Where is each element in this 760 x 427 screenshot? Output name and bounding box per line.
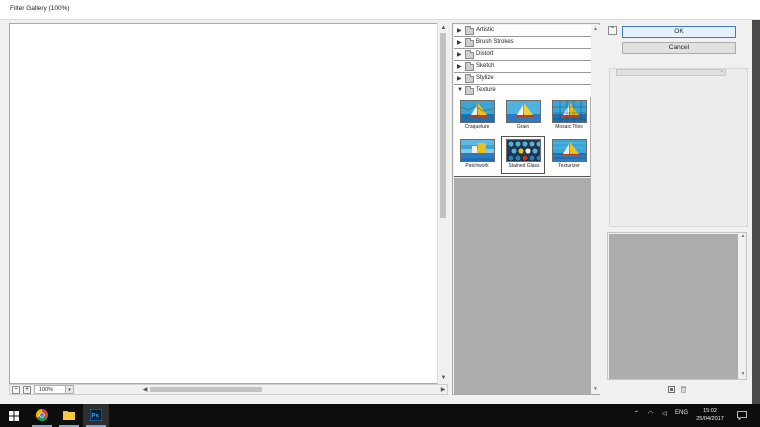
scroll-up-arrow-icon[interactable]: ▲ <box>439 24 448 33</box>
filter-thumb-label: Craquelure <box>464 124 490 130</box>
filter-category-label: Brush Strokes <box>476 39 514 45</box>
filter-category-sketch[interactable]: ▶ Sketch <box>454 61 591 73</box>
trash-icon[interactable] <box>680 386 687 393</box>
filter-category-stylize[interactable]: ▶ Stylize <box>454 73 591 85</box>
show-hidden-icons-icon[interactable]: ⌃ <box>634 410 639 417</box>
effect-layers-panel: ▲ ▼ <box>607 232 747 380</box>
ok-button[interactable]: OK <box>622 26 736 38</box>
filter-list-empty-area <box>454 178 591 394</box>
filter-thumb-craquelure[interactable]: Craquelure <box>456 98 498 134</box>
window-edge-right <box>752 20 760 404</box>
filter-thumb-mosaic-tiles[interactable]: Mosaic Tiles <box>548 98 590 134</box>
taskbar-file-explorer[interactable] <box>56 404 82 427</box>
taskbar-photoshop[interactable]: Ps <box>83 404 109 427</box>
scroll-up-arrow-icon[interactable]: ▲ <box>739 233 747 239</box>
expand-triangle-icon[interactable]: ▶ <box>457 75 462 82</box>
filter-category-texture[interactable]: ▼ Texture <box>454 85 591 97</box>
preview-bottom-bar: − + 100% ▾ ◀ ▶ <box>9 384 448 395</box>
filter-settings-panel: ⌄ <box>609 68 748 227</box>
preview-horizontal-scrollbar[interactable]: ◀ ▶ <box>141 385 447 395</box>
filter-list-panel: ▶ Artistic ▶ Brush Strokes ▶ Distort ▶ S… <box>452 23 600 395</box>
filter-category-label: Artistic <box>476 27 494 33</box>
clock-date: 25/04/2017 <box>696 416 724 422</box>
notifications-icon[interactable] <box>737 411 747 420</box>
effect-layers-list[interactable] <box>609 234 738 379</box>
windows-start-icon[interactable] <box>9 411 19 421</box>
filter-thumb-label: Texturizer <box>558 163 580 169</box>
zoom-out-button[interactable]: − <box>12 386 20 394</box>
scroll-left-arrow-icon[interactable]: ◀ <box>141 385 149 395</box>
scroll-right-arrow-icon[interactable]: ▶ <box>439 385 447 395</box>
filter-thumb-label: Patchwork <box>465 163 489 169</box>
taskbar-clock[interactable]: 15:02 25/04/2017 <box>690 407 730 423</box>
chrome-icon <box>36 409 48 421</box>
new-effect-layer-icon[interactable] <box>668 386 675 393</box>
expand-triangle-icon[interactable]: ▶ <box>457 27 462 34</box>
collapse-panel-button[interactable]: ⌃ <box>608 26 617 35</box>
filter-thumb-texturizer[interactable]: Texturizer <box>548 137 590 173</box>
filter-category-brush-strokes[interactable]: ▶ Brush Strokes <box>454 37 591 49</box>
folder-icon <box>465 62 474 71</box>
filter-list: ▶ Artistic ▶ Brush Strokes ▶ Distort ▶ S… <box>454 25 591 177</box>
svg-text:Ps: Ps <box>92 414 100 420</box>
wifi-icon[interactable]: ◠ <box>648 410 653 417</box>
filter-thumb-label: Mosaic Tiles <box>555 124 583 130</box>
photoshop-icon: Ps <box>90 409 102 421</box>
filter-list-scrollbar[interactable]: ▲ ▼ <box>591 25 600 394</box>
folder-icon <box>63 411 75 420</box>
expand-triangle-icon[interactable]: ▶ <box>457 63 462 70</box>
taskbar-chrome[interactable] <box>29 404 55 427</box>
scroll-up-arrow-icon[interactable]: ▲ <box>592 25 599 33</box>
texturizer-thumbnail <box>552 139 587 162</box>
window-edge-left <box>0 20 4 404</box>
folder-icon <box>465 50 474 59</box>
filter-category-label: Texture <box>476 87 496 93</box>
language-indicator[interactable]: ENG <box>675 410 688 416</box>
effect-layers-scrollbar[interactable]: ▲ ▼ <box>739 233 747 379</box>
filter-category-distort[interactable]: ▶ Distort <box>454 49 591 61</box>
expand-triangle-icon[interactable]: ▶ <box>457 51 462 58</box>
zoom-dropdown-button[interactable]: ▾ <box>65 385 74 394</box>
window-title: Filter Gallery (100%) <box>10 5 70 12</box>
patchwork-thumbnail <box>460 139 495 162</box>
title-bar: Filter Gallery (100%) <box>0 0 760 20</box>
filter-thumb-label: Stained Glass <box>508 163 540 169</box>
volume-icon[interactable]: ◁ <box>662 410 667 417</box>
preview-canvas[interactable] <box>9 23 448 384</box>
expand-triangle-icon[interactable]: ▶ <box>457 39 462 46</box>
zoom-level-field[interactable]: 100% <box>34 385 66 394</box>
grain-thumbnail <box>506 100 541 123</box>
filter-thumb-label: Grain <box>516 124 530 130</box>
mosaic-tiles-thumbnail <box>552 100 587 123</box>
clock-time: 15:02 <box>703 408 717 414</box>
folder-icon <box>465 26 474 35</box>
cancel-button[interactable]: Cancel <box>622 42 736 54</box>
scroll-down-arrow-icon[interactable]: ▼ <box>739 371 747 377</box>
preview-horizontal-scroll-thumb[interactable] <box>150 387 262 392</box>
filter-select-dropdown[interactable]: ⌄ <box>616 68 726 76</box>
filter-category-label: Stylize <box>476 75 494 81</box>
collapse-triangle-icon[interactable]: ▼ <box>457 87 463 93</box>
filter-category-label: Sketch <box>476 63 495 69</box>
filter-thumb-stained-glass[interactable]: Stained Glass <box>501 136 545 174</box>
taskbar: Ps ⌃ ◠ ◁ ENG 15:02 25/04/2017 <box>0 404 760 427</box>
folder-icon <box>465 74 474 83</box>
filter-gallery-window: Filter Gallery (100%) ▲ ▼ − + 100% ▾ ◀ ▶… <box>0 0 760 404</box>
folder-open-icon <box>465 86 474 95</box>
folder-icon <box>465 38 474 47</box>
zoom-in-button[interactable]: + <box>23 386 31 394</box>
filter-thumb-patchwork[interactable]: Patchwork <box>456 137 498 173</box>
filter-category-artistic[interactable]: ▶ Artistic <box>454 25 591 37</box>
preview-vertical-scrollbar[interactable]: ▲ ▼ <box>437 23 448 384</box>
craquelure-thumbnail <box>460 100 495 123</box>
stained-glass-thumbnail <box>506 139 541 162</box>
chevron-down-icon: ⌄ <box>719 68 724 74</box>
filter-thumb-grain[interactable]: Grain <box>502 98 544 134</box>
scroll-down-arrow-icon[interactable]: ▼ <box>592 385 599 393</box>
preview-vertical-scroll-thumb[interactable] <box>440 33 446 218</box>
filter-category-label: Distort <box>476 51 494 57</box>
scroll-down-arrow-icon[interactable]: ▼ <box>439 374 448 383</box>
